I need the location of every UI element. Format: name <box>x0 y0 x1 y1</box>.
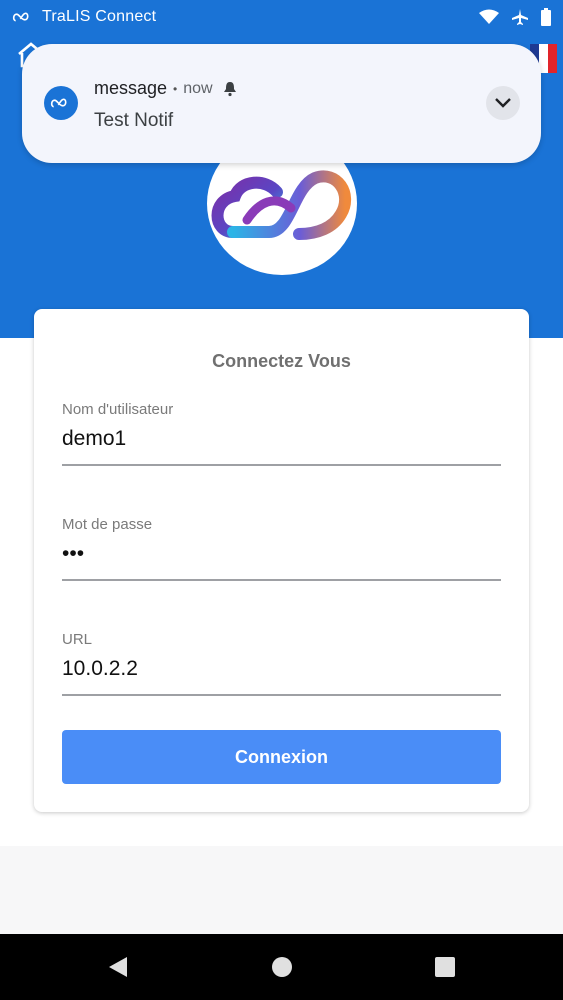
notification-time: now <box>183 79 213 97</box>
status-app-name: TraLIS Connect <box>42 8 157 25</box>
login-button[interactable]: Connexion <box>62 730 501 784</box>
url-input[interactable]: 10.0.2.2 <box>62 654 501 684</box>
page-background-bottom <box>0 846 563 934</box>
notification-text: Test Notif <box>94 110 174 131</box>
notification-expand-button[interactable] <box>486 86 520 120</box>
username-underline <box>62 464 501 466</box>
url-underline <box>62 694 501 696</box>
url-field[interactable]: URL 10.0.2.2 <box>62 631 501 696</box>
airplane-icon <box>512 9 528 25</box>
notification-header: message • now <box>94 78 237 99</box>
home-circle-icon[interactable] <box>271 956 293 978</box>
battery-icon <box>541 8 551 26</box>
tralis-logo-icon <box>12 12 29 22</box>
password-input[interactable]: ••• <box>62 539 501 569</box>
notification-app-icon <box>44 86 78 120</box>
notification-card[interactable]: message • now Test Notif <box>22 44 541 163</box>
login-card: Connectez Vous Nom d'utilisateur demo1 M… <box>34 309 529 812</box>
password-field[interactable]: Mot de passe ••• <box>62 516 501 581</box>
wifi-icon <box>479 9 499 24</box>
flag-stripe-red <box>548 44 557 73</box>
status-icons <box>479 8 551 26</box>
login-title: Connectez Vous <box>212 351 351 371</box>
back-icon[interactable] <box>107 956 129 978</box>
chevron-down-icon <box>495 98 511 108</box>
username-input[interactable]: demo1 <box>62 424 501 454</box>
tralis-cloud-logo-icon <box>211 169 352 240</box>
username-field[interactable]: Nom d'utilisateur demo1 <box>62 401 501 466</box>
url-label: URL <box>62 631 93 648</box>
status-bar: TraLIS Connect <box>0 0 563 34</box>
notification-app-name: message <box>94 78 168 98</box>
password-underline <box>62 579 501 581</box>
bell-icon <box>223 81 236 96</box>
system-nav-bar <box>0 934 563 1000</box>
tralis-logo-icon <box>50 98 67 108</box>
notification-separator: • <box>173 81 178 96</box>
username-label: Nom d'utilisateur <box>62 401 174 418</box>
password-label: Mot de passe <box>62 516 153 533</box>
recents-icon[interactable] <box>434 956 456 978</box>
